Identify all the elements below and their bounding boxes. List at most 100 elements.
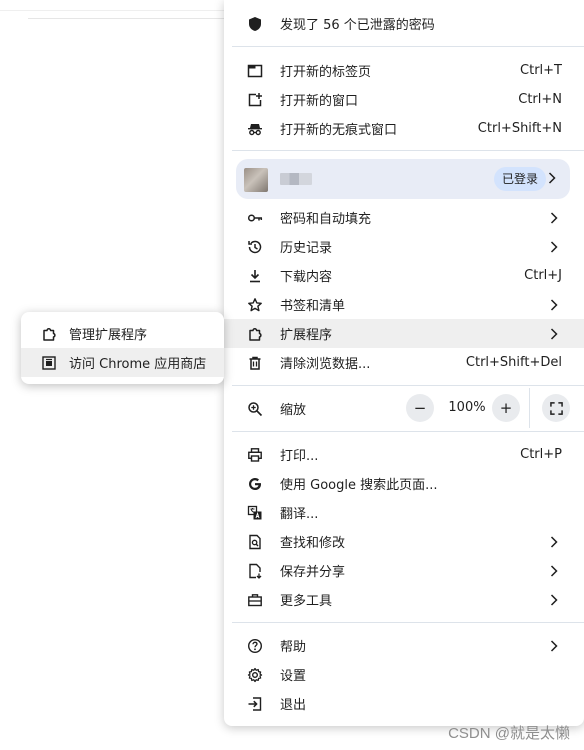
- separator: [232, 150, 584, 151]
- avatar: [244, 168, 268, 192]
- key-icon: [246, 209, 264, 227]
- separator: [232, 431, 584, 432]
- background-divider: [0, 10, 226, 11]
- new-tab-item[interactable]: 打开新的标签页 Ctrl+T: [224, 56, 584, 85]
- extensions-submenu: 管理扩展程序 访问 Chrome 应用商店: [21, 312, 224, 384]
- incognito-label: 打开新的无痕式窗口: [280, 123, 398, 138]
- chevron-right-icon: [550, 298, 560, 312]
- zoom-label: 缩放: [280, 403, 307, 418]
- clear-data-label: 清除浏览数据...: [280, 357, 371, 372]
- separator: [232, 385, 584, 386]
- download-icon: [246, 267, 264, 285]
- signed-in-badge: 已登录: [494, 167, 547, 191]
- passwords-label: 密码和自动填充: [280, 212, 372, 227]
- find-in-page-icon: [246, 533, 264, 551]
- exit-label: 退出: [280, 698, 307, 713]
- print-label: 打印...: [280, 449, 319, 464]
- chrome-main-menu: 发现了 56 个已泄露的密码 打开新的标签页 Ctrl+T 打开新的窗口 Ctr…: [224, 0, 584, 726]
- new-window-item[interactable]: 打开新的窗口 Ctrl+N: [224, 85, 584, 114]
- visit-store-label: 访问 Chrome 应用商店: [69, 357, 207, 372]
- visit-store-item[interactable]: 访问 Chrome 应用商店: [21, 348, 224, 377]
- history-item[interactable]: 历史记录: [224, 232, 584, 261]
- chevron-right-icon: [550, 593, 560, 607]
- google-search-label: 使用 Google 搜索此页面...: [280, 478, 438, 493]
- new-window-label: 打开新的窗口: [280, 94, 359, 109]
- print-shortcut: Ctrl+P: [520, 447, 562, 462]
- history-icon: [246, 238, 264, 256]
- profile-name-blurred: [280, 173, 312, 185]
- shield-icon: [246, 15, 264, 33]
- new-tab-shortcut: Ctrl+T: [520, 63, 562, 78]
- separator: [232, 46, 584, 47]
- trash-icon: [246, 354, 264, 372]
- new-tab-icon: [246, 62, 264, 80]
- clear-data-item[interactable]: 清除浏览数据... Ctrl+Shift+Del: [224, 348, 584, 377]
- chevron-right-icon: [548, 172, 556, 188]
- help-icon: [246, 637, 264, 655]
- chevron-right-icon: [550, 327, 560, 341]
- manage-extensions-item[interactable]: 管理扩展程序: [21, 319, 224, 348]
- new-window-icon: [246, 91, 264, 109]
- incognito-icon: [246, 120, 264, 138]
- help-label: 帮助: [280, 640, 307, 655]
- puzzle-icon: [40, 325, 58, 343]
- save-share-label: 保存并分享: [280, 565, 346, 580]
- profile-row[interactable]: 已登录: [236, 159, 570, 199]
- clear-data-shortcut: Ctrl+Shift+Del: [465, 355, 562, 370]
- passwords-item[interactable]: 密码和自动填充: [224, 203, 584, 232]
- zoom-in-button[interactable]: +: [492, 394, 520, 422]
- exit-item[interactable]: 退出: [224, 689, 584, 718]
- puzzle-icon: [246, 325, 264, 343]
- downloads-shortcut: Ctrl+J: [524, 268, 562, 283]
- bookmarks-label: 书签和清单: [280, 299, 346, 314]
- find-edit-label: 查找和修改: [280, 536, 346, 551]
- help-item[interactable]: 帮助: [224, 631, 584, 660]
- manage-extensions-label: 管理扩展程序: [69, 328, 148, 343]
- settings-item[interactable]: 设置: [224, 660, 584, 689]
- watermark: CSDN @就是太懒: [448, 725, 570, 742]
- chevron-right-icon: [550, 639, 560, 653]
- downloads-item[interactable]: 下载内容 Ctrl+J: [224, 261, 584, 290]
- new-tab-label: 打开新的标签页: [280, 65, 372, 80]
- translate-item[interactable]: 翻译...: [224, 498, 584, 527]
- translate-label: 翻译...: [280, 507, 319, 522]
- find-edit-item[interactable]: 查找和修改: [224, 527, 584, 556]
- save-share-item[interactable]: 保存并分享: [224, 556, 584, 585]
- translate-icon: [246, 504, 264, 522]
- fullscreen-button[interactable]: [542, 394, 570, 422]
- new-window-shortcut: Ctrl+N: [518, 92, 562, 107]
- google-search-item[interactable]: 使用 Google 搜索此页面...: [224, 469, 584, 498]
- fullscreen-icon: [549, 401, 563, 415]
- zoom-in-icon: [246, 400, 264, 418]
- toolbox-icon: [246, 591, 264, 609]
- printer-icon: [246, 446, 264, 464]
- print-item[interactable]: 打印... Ctrl+P: [224, 440, 584, 469]
- background-divider: [28, 18, 228, 19]
- zoom-out-button[interactable]: −: [406, 394, 434, 422]
- zoom-value: 100%: [448, 400, 486, 415]
- incognito-shortcut: Ctrl+Shift+N: [477, 121, 562, 136]
- chevron-right-icon: [550, 535, 560, 549]
- incognito-item[interactable]: 打开新的无痕式窗口 Ctrl+Shift+N: [224, 114, 584, 143]
- zoom-divider: [529, 388, 530, 428]
- exit-icon: [246, 695, 264, 713]
- downloads-label: 下载内容: [280, 270, 333, 285]
- save-share-icon: [246, 562, 264, 580]
- bookmarks-item[interactable]: 书签和清单: [224, 290, 584, 319]
- history-label: 历史记录: [280, 241, 333, 256]
- chevron-right-icon: [550, 564, 560, 578]
- chevron-right-icon: [550, 240, 560, 254]
- gear-icon: [246, 666, 264, 684]
- password-alert-item[interactable]: 发现了 56 个已泄露的密码: [224, 9, 584, 38]
- more-tools-item[interactable]: 更多工具: [224, 585, 584, 614]
- settings-label: 设置: [280, 669, 307, 684]
- star-icon: [246, 296, 264, 314]
- web-store-icon: [40, 354, 58, 372]
- google-icon: [246, 475, 264, 493]
- separator: [232, 622, 584, 623]
- zoom-control: − 100% +: [406, 388, 576, 428]
- password-alert-label: 发现了 56 个已泄露的密码: [280, 18, 435, 33]
- extensions-item[interactable]: 扩展程序: [224, 319, 584, 348]
- extensions-label: 扩展程序: [280, 328, 333, 343]
- chevron-right-icon: [550, 211, 560, 225]
